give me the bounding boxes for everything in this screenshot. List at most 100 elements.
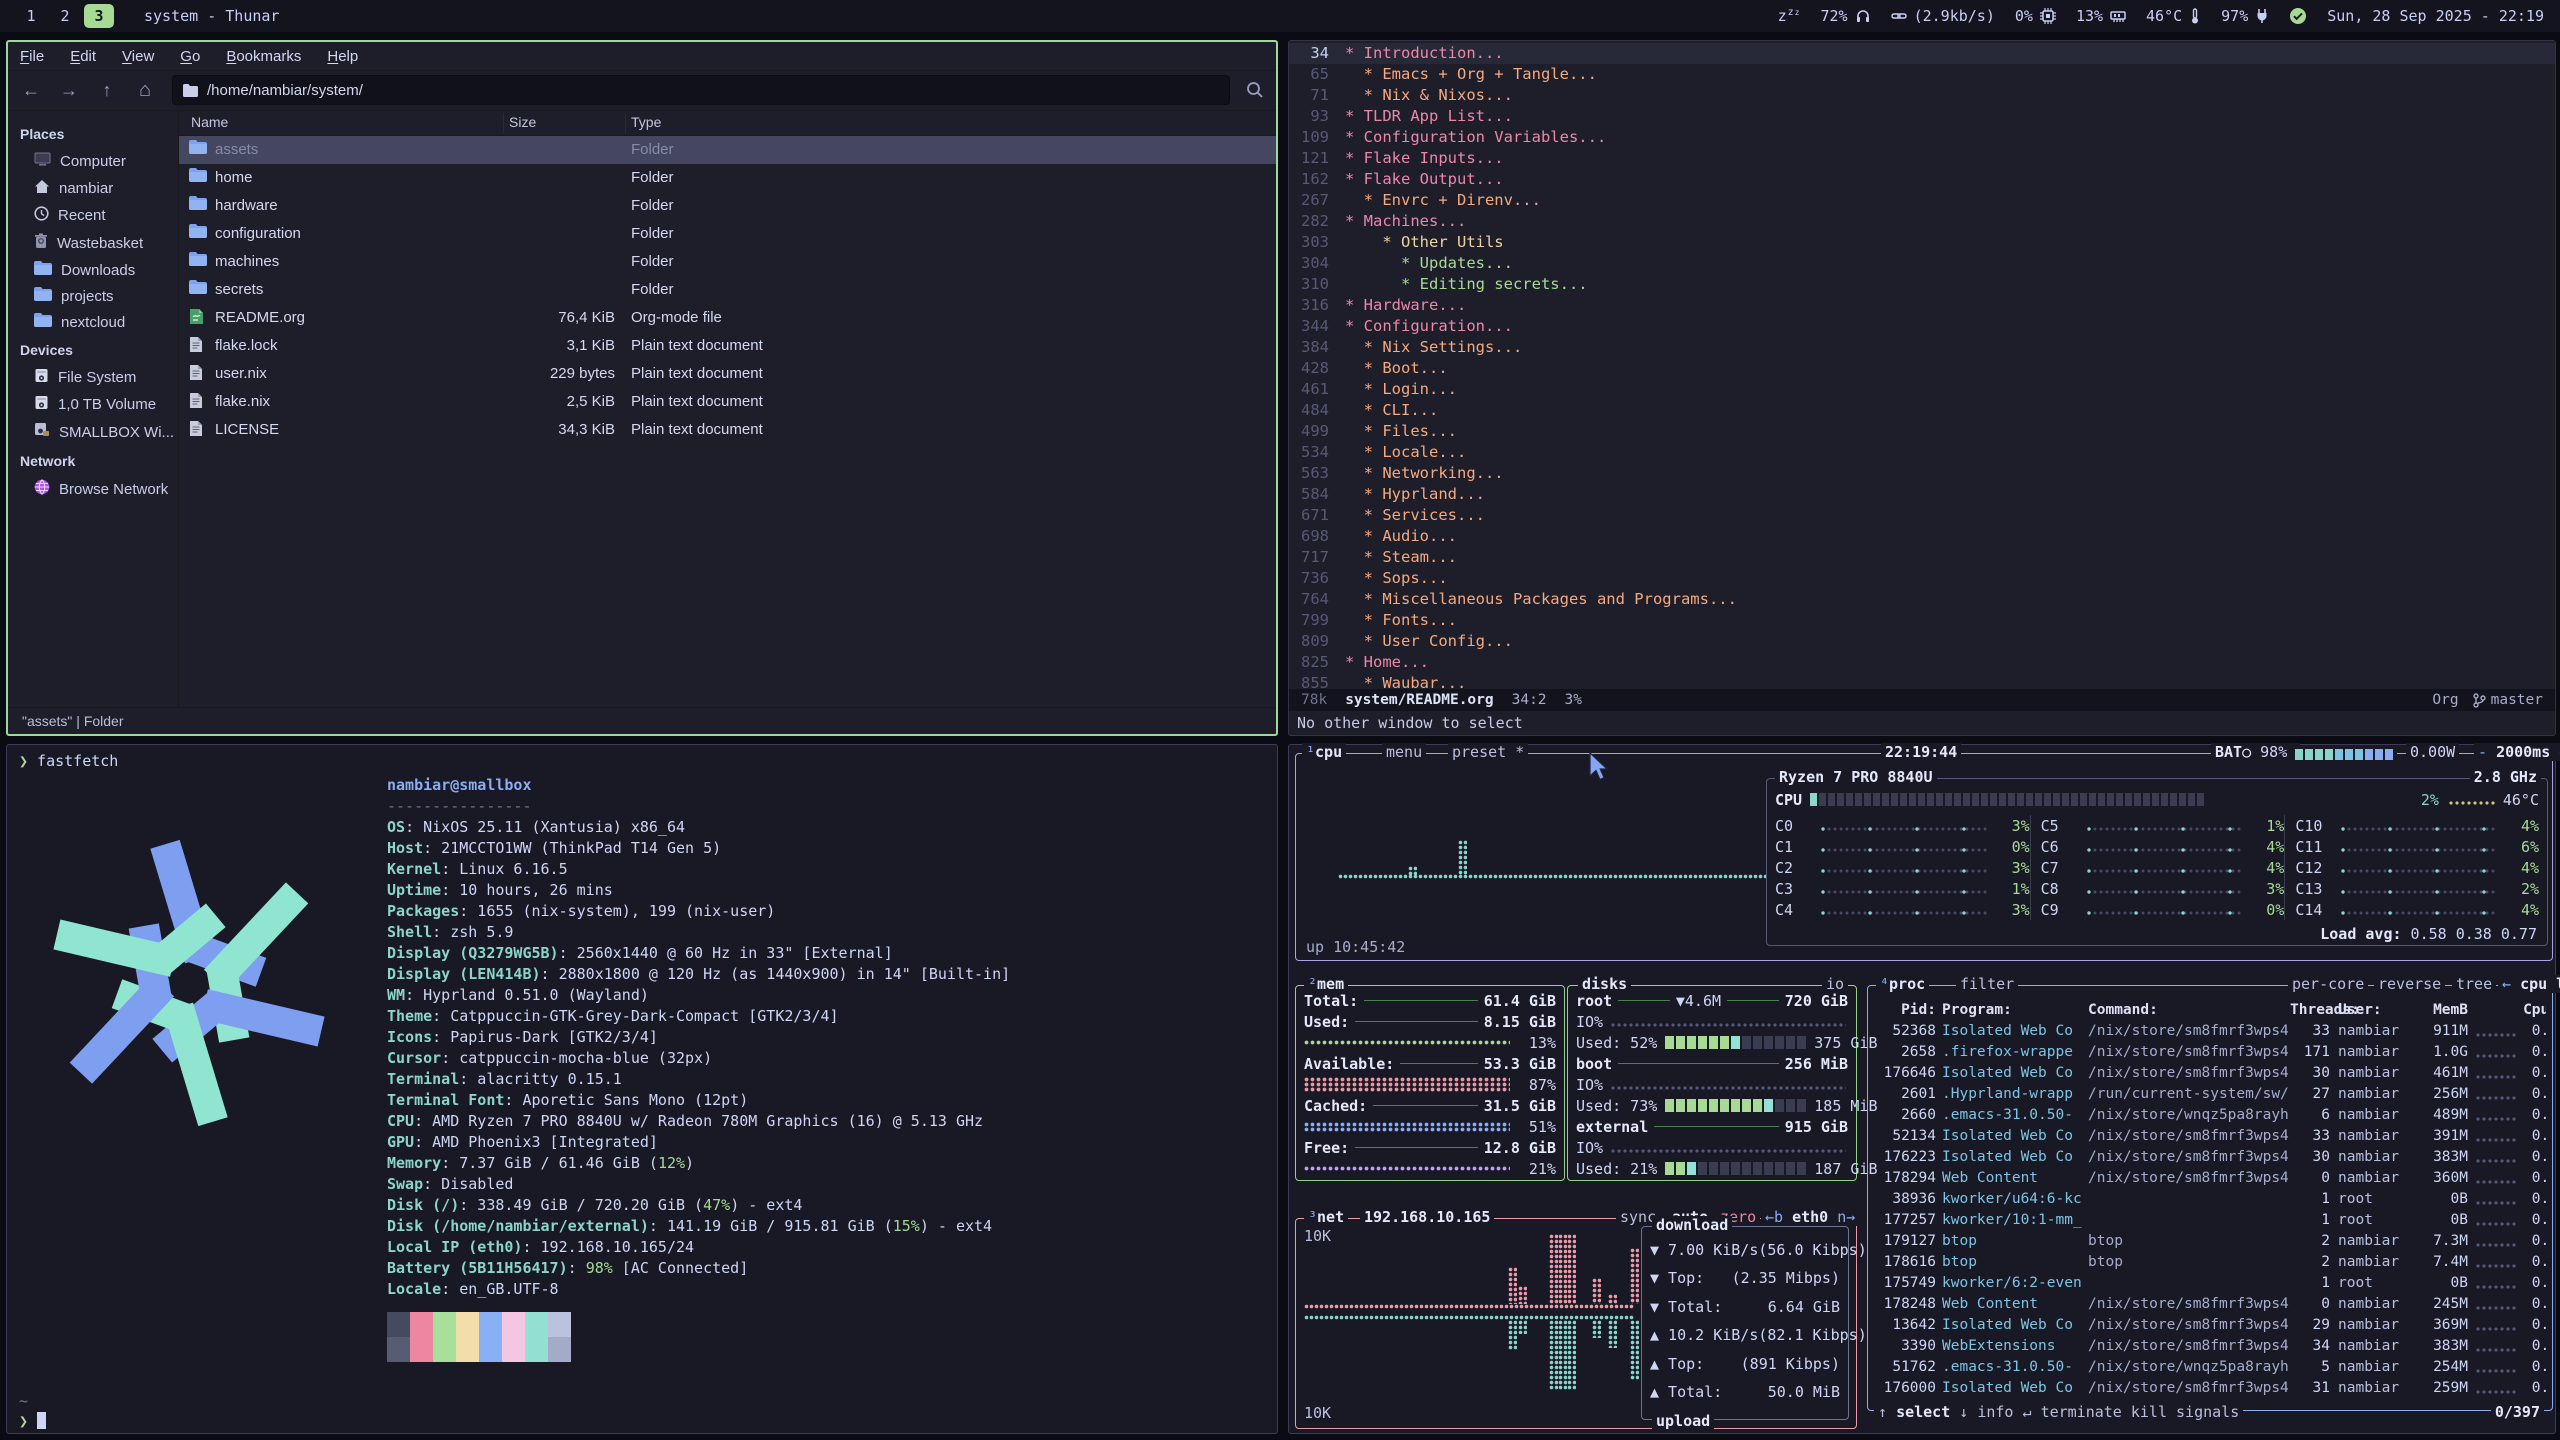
sidebar-item-1-0-tb-volume[interactable]: 1,0 TB Volume <box>8 391 178 418</box>
sidebar-item-nambiar[interactable]: nambiar <box>8 175 178 202</box>
memory-indicator[interactable]: 13% <box>2076 7 2126 25</box>
process-row[interactable]: 2601.Hyprland-wrapp/run/current-system/s… <box>1876 1084 2546 1105</box>
menu-button[interactable]: menu <box>1382 743 1426 761</box>
org-heading-line[interactable]: 825* Home... <box>1289 652 2555 673</box>
file-list-header[interactable]: Name Size Type <box>179 111 1276 136</box>
org-heading-line[interactable]: 71 * Nix & Nixos... <box>1289 85 2555 106</box>
path-bar[interactable]: /home/nambiar/system/ <box>172 75 1230 105</box>
sidebar-item-recent[interactable]: Recent <box>8 202 178 229</box>
process-row[interactable]: 175749kworker/6:2-even 1root0B 0.0 <box>1876 1273 2546 1294</box>
process-row[interactable]: 176000Isolated Web Co/nix/store/sm8fmrf3… <box>1876 1378 2546 1399</box>
process-row[interactable]: 179127btopbtop 2nambiar7.3M 0.0 <box>1876 1231 2546 1252</box>
sidebar-item-computer[interactable]: Computer <box>8 148 178 175</box>
process-row[interactable]: 52368Isolated Web Co/nix/store/sm8fmrf3w… <box>1876 1021 2546 1042</box>
org-heading-line[interactable]: 162* Flake Output... <box>1289 169 2555 190</box>
temperature-indicator[interactable]: 46°C <box>2146 7 2201 25</box>
sort-selector[interactable]: ← cpu lazy → <box>2498 975 2560 993</box>
back-button[interactable]: ← <box>20 80 42 101</box>
process-row[interactable]: 52134Isolated Web Co/nix/store/sm8fmrf3w… <box>1876 1126 2546 1147</box>
sidebar-item-file-system[interactable]: File System <box>8 364 178 391</box>
menu-help[interactable]: Help <box>327 48 358 65</box>
process-row[interactable]: 3390WebExtensions/nix/store/sm8fmrf3wps4… <box>1876 1336 2546 1357</box>
process-row[interactable]: 178616btopbtop 2nambiar7.4M 0.0 <box>1876 1252 2546 1273</box>
process-header[interactable]: Pid:Program:Command: Threads:User:MemB C… <box>1876 1000 2546 1021</box>
process-row[interactable]: 2660.emacs-31.0.50-/nix/store/wnqz5pa8ra… <box>1876 1105 2546 1126</box>
file-row-configuration[interactable]: configuration Folder <box>179 220 1276 248</box>
process-row[interactable]: 176646Isolated Web Co/nix/store/sm8fmrf3… <box>1876 1063 2546 1084</box>
org-heading-line[interactable]: 499 * Files... <box>1289 421 2555 442</box>
org-heading-line[interactable]: 65 * Emacs + Org + Tangle... <box>1289 64 2555 85</box>
search-icon[interactable] <box>1246 81 1264 99</box>
org-heading-line[interactable]: 384 * Nix Settings... <box>1289 337 2555 358</box>
proc-box-tab[interactable]: ⁴proc <box>1876 975 1929 993</box>
preset-button[interactable]: preset * <box>1448 743 1528 761</box>
workspace-1[interactable]: 1 <box>16 4 46 28</box>
org-heading-line[interactable]: 303 * Other Utils <box>1289 232 2555 253</box>
sidebar-item-wastebasket[interactable]: Wastebasket <box>8 229 178 257</box>
file-row-machines[interactable]: machines Folder <box>179 248 1276 276</box>
file-row-user.nix[interactable]: user.nix 229 bytes Plain text document <box>179 360 1276 388</box>
battery-indicator[interactable]: 97% <box>2221 7 2269 25</box>
workspace-2[interactable]: 2 <box>50 4 80 28</box>
org-heading-line[interactable]: 267 * Envrc + Direnv... <box>1289 190 2555 211</box>
process-row[interactable]: 177257kworker/10:1-mm_ 1root0B 0.0 <box>1876 1210 2546 1231</box>
org-heading-line[interactable]: 344* Configuration... <box>1289 316 2555 337</box>
menu-file[interactable]: File <box>20 48 44 65</box>
org-heading-line[interactable]: 461 * Login... <box>1289 379 2555 400</box>
org-heading-line[interactable]: 316* Hardware... <box>1289 295 2555 316</box>
tree-button[interactable]: tree <box>2452 975 2496 993</box>
process-row[interactable]: 51762.emacs-31.0.50-/nix/store/wnqz5pa8r… <box>1876 1357 2546 1378</box>
org-heading-line[interactable]: 563 * Networking... <box>1289 463 2555 484</box>
org-heading-line[interactable]: 809 * User Config... <box>1289 631 2555 652</box>
sidebar-item-downloads[interactable]: Downloads <box>8 257 178 283</box>
forward-button[interactable]: → <box>58 80 80 101</box>
org-heading-line[interactable]: 34* Introduction... <box>1289 43 2555 64</box>
fastfetch-terminal[interactable]: ❯ fastfetch nambiar@smallbox------------… <box>6 744 1278 1434</box>
process-row[interactable]: 178248Web Content/nix/store/sm8fmrf3wps4… <box>1876 1294 2546 1315</box>
sidebar-item-projects[interactable]: projects <box>8 283 178 309</box>
file-row-assets[interactable]: assets Folder <box>179 136 1276 164</box>
menu-go[interactable]: Go <box>180 48 200 65</box>
org-heading-line[interactable]: 310 * Editing secrets... <box>1289 274 2555 295</box>
sidebar-item-nextcloud[interactable]: nextcloud <box>8 309 178 335</box>
org-heading-line[interactable]: 717 * Steam... <box>1289 547 2555 568</box>
file-row-flake.lock[interactable]: flake.lock 3,1 KiB Plain text document <box>179 332 1276 360</box>
org-heading-line[interactable]: 671 * Services... <box>1289 505 2555 526</box>
sidebar-item-smallbox-wi-[interactable]: SMALLBOX Wi... <box>8 418 178 446</box>
cpu-box-tab[interactable]: ¹cpu <box>1302 743 1346 761</box>
process-row[interactable]: 176223Isolated Web Co/nix/store/sm8fmrf3… <box>1876 1147 2546 1168</box>
process-row[interactable]: 13642Isolated Web Co/nix/store/sm8fmrf3w… <box>1876 1315 2546 1336</box>
shell-prompt[interactable]: ❯ <box>19 1411 46 1432</box>
refresh-rate[interactable]: - 2000ms + <box>2474 743 2560 761</box>
cpu-indicator[interactable]: 0% <box>2015 7 2056 25</box>
org-heading-line[interactable]: 736 * Sops... <box>1289 568 2555 589</box>
up-button[interactable]: ↑ <box>96 80 118 101</box>
org-heading-line[interactable]: 764 * Miscellaneous Packages and Program… <box>1289 589 2555 610</box>
reverse-button[interactable]: reverse <box>2374 975 2445 993</box>
health-check[interactable] <box>2289 7 2307 25</box>
file-row-home[interactable]: home Folder <box>179 164 1276 192</box>
org-heading-line[interactable]: 121* Flake Inputs... <box>1289 148 2555 169</box>
org-buffer[interactable]: 34* Introduction...65 * Emacs + Org + Ta… <box>1289 43 2555 689</box>
file-row-LICENSE[interactable]: LICENSE 34,3 KiB Plain text document <box>179 416 1276 444</box>
net-box-tab[interactable]: ³net <box>1304 1208 1348 1226</box>
org-heading-line[interactable]: 428 * Boot... <box>1289 358 2555 379</box>
org-heading-line[interactable]: 109* Configuration Variables... <box>1289 127 2555 148</box>
proc-footer[interactable]: ↑ select ↓ info ↵ terminate kill signals <box>1874 1403 2243 1421</box>
org-heading-line[interactable]: 584 * Hyprland... <box>1289 484 2555 505</box>
org-heading-line[interactable]: 282* Machines... <box>1289 211 2555 232</box>
file-row-hardware[interactable]: hardware Folder <box>179 192 1276 220</box>
filter-button[interactable]: filter <box>1956 975 2018 993</box>
menu-edit[interactable]: Edit <box>70 48 96 65</box>
sidebar-item-browse-network[interactable]: Browse Network <box>8 475 178 503</box>
org-heading-line[interactable]: 93* TLDR App List... <box>1289 106 2555 127</box>
org-heading-line[interactable]: 534 * Locale... <box>1289 442 2555 463</box>
file-row-secrets[interactable]: secrets Folder <box>179 276 1276 304</box>
org-heading-line[interactable]: 799 * Fonts... <box>1289 610 2555 631</box>
file-row-flake.nix[interactable]: flake.nix 2,5 KiB Plain text document <box>179 388 1276 416</box>
process-row[interactable]: 2658.firefox-wrappe/nix/store/sm8fmrf3wp… <box>1876 1042 2546 1063</box>
per-core-button[interactable]: per-core <box>2288 975 2368 993</box>
process-row[interactable]: 178294Web Content/nix/store/sm8fmrf3wps4… <box>1876 1168 2546 1189</box>
network-speed-indicator[interactable]: (2.9kb/s) <box>1891 7 1995 25</box>
btop-terminal[interactable]: ¹cpumenupreset *22:19:44BAT○ 98% 0.00W- … <box>1288 744 2556 1434</box>
